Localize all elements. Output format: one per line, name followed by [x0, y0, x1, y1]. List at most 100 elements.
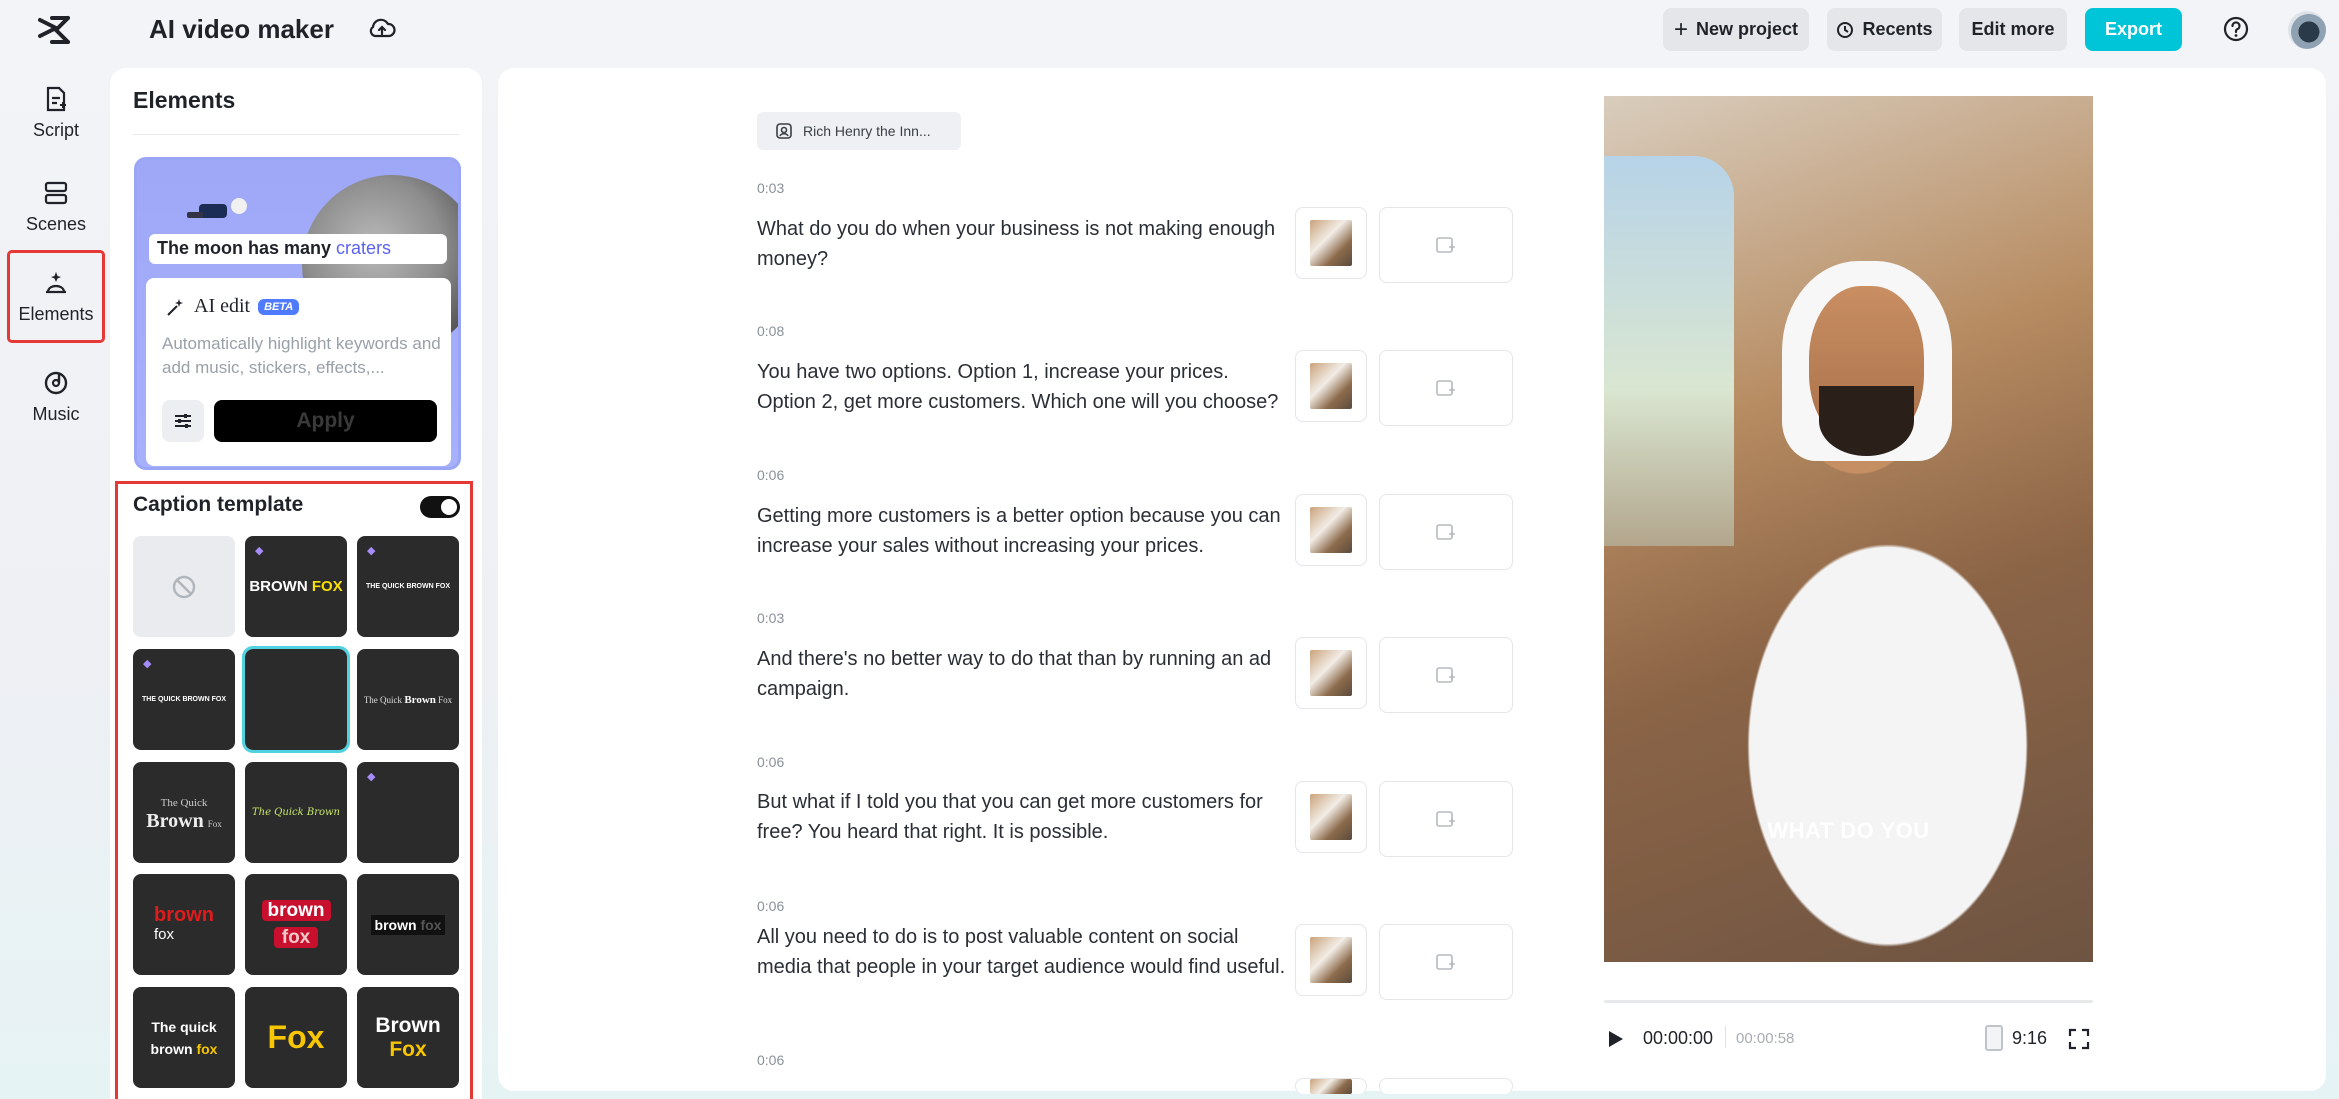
ai-edit-inner: AI edit BETA Automatically highlight key… — [146, 278, 451, 466]
time-divider — [1725, 1026, 1726, 1048]
script-line-text[interactable]: And there's no better way to do that tha… — [757, 644, 1287, 704]
line-duration: 0:06 — [757, 754, 785, 770]
current-time: 00:00:00 — [1643, 1028, 1714, 1048]
caption-template[interactable]: The Quick Brown — [245, 762, 347, 863]
premium-gem-icon: ◆ — [367, 545, 376, 557]
music-disc-icon — [44, 371, 68, 394]
line-duration: 0:03 — [757, 610, 785, 626]
caption-template[interactable]: ◆ — [357, 762, 459, 863]
ai-sample-caption: The moon has many craters — [149, 234, 447, 264]
scene-thumbnail[interactable] — [1295, 637, 1367, 709]
fullscreen-icon[interactable] — [2067, 1027, 2091, 1051]
add-media-button[interactable] — [1379, 781, 1513, 857]
rail-item-music[interactable]: Music — [10, 354, 102, 438]
template-preview: The Quick Brown Fox — [363, 693, 453, 706]
caption-template[interactable]: The Quick Brown Fox — [133, 762, 235, 863]
add-media-button[interactable] — [1379, 350, 1513, 426]
ai-edit-label: AI edit — [194, 295, 251, 317]
script-line-text[interactable]: All you need to do is to post valuable c… — [757, 922, 1287, 982]
preview-caption-text: WHAT DO YOU — [1767, 818, 1930, 843]
voice-avatar-icon — [776, 123, 792, 139]
playback-progress-bar[interactable] — [1604, 1000, 2093, 1003]
apply-button[interactable]: Apply — [214, 400, 437, 442]
add-media-icon — [1436, 237, 1455, 253]
caption-template[interactable]: ◆ THE QUICK BROWN FOX — [357, 536, 459, 637]
help-icon[interactable] — [2221, 14, 2251, 44]
caption-template-none[interactable] — [133, 536, 235, 637]
scene-thumbnail[interactable] — [1295, 494, 1367, 566]
plus-icon: + — [1673, 15, 1688, 43]
scene-thumbnail[interactable] — [1295, 207, 1367, 279]
script-line-text[interactable]: Getting more customers is a better optio… — [757, 501, 1287, 561]
caption-template-selected[interactable] — [242, 646, 350, 753]
premium-gem-icon: ◆ — [255, 545, 264, 557]
add-media-button[interactable] — [1379, 924, 1513, 1000]
script-icon — [46, 86, 66, 111]
add-media-icon — [1436, 524, 1455, 540]
scene-thumbnail[interactable] — [1295, 924, 1367, 996]
scene-thumbnail[interactable] — [1295, 781, 1367, 853]
line-duration: 0:06 — [757, 898, 785, 914]
cloud-upload-icon[interactable] — [367, 14, 397, 44]
template-preview: THE QUICK BROWN FOX — [142, 696, 226, 703]
rail-label-music: Music — [32, 403, 80, 424]
rail-item-scenes[interactable]: Scenes — [10, 164, 102, 248]
aspect-ratio-icon[interactable] — [1985, 1025, 2003, 1051]
play-icon[interactable] — [1604, 1028, 1626, 1050]
edit-more-label: Edit more — [1971, 19, 2055, 39]
caption-template[interactable]: ◆ BROWN FOX — [245, 536, 347, 637]
add-media-button[interactable] — [1379, 494, 1513, 570]
add-media-button[interactable] — [1379, 637, 1513, 713]
no-symbol-icon — [172, 575, 196, 598]
recents-label: Recents — [1862, 19, 1933, 39]
line-duration: 0:08 — [757, 323, 785, 339]
panel-title: Elements — [133, 87, 236, 113]
caption-template[interactable]: The quick brown fox — [133, 987, 235, 1088]
add-media-button[interactable] — [1379, 1078, 1513, 1094]
caption-template[interactable]: brown fox — [133, 874, 235, 975]
template-preview: Brown Fox — [375, 1013, 441, 1061]
template-preview: Fox — [267, 1019, 325, 1055]
rail-label-scenes: Scenes — [25, 213, 87, 234]
line-duration: 0:06 — [757, 467, 785, 483]
capcut-logo-icon[interactable] — [36, 14, 72, 46]
template-preview: The Quick Brown — [251, 807, 341, 818]
caption-toggle[interactable] — [420, 496, 460, 518]
line-duration: 0:03 — [757, 180, 785, 196]
aspect-ratio-label[interactable]: 9:16 — [2012, 1028, 2047, 1049]
video-preview[interactable]: WHAT DO YOU — [1604, 96, 2093, 962]
line-duration: 0:06 — [757, 1052, 785, 1068]
add-media-icon — [1436, 811, 1455, 827]
recents-button[interactable]: Recents — [1827, 8, 1942, 51]
rail-item-script[interactable]: Script — [10, 70, 102, 154]
ai-settings-button[interactable] — [162, 400, 204, 442]
voice-name: Rich Henry the Inn... — [803, 123, 931, 139]
scene-thumbnail[interactable] — [1295, 350, 1367, 422]
caption-template[interactable]: The Quick Brown Fox — [357, 649, 459, 750]
new-project-button[interactable]: + New project — [1663, 8, 1809, 51]
voice-selector-chip[interactable]: Rich Henry the Inn... — [757, 112, 961, 150]
sliders-icon — [175, 414, 191, 428]
caption-template[interactable]: ◆ THE QUICK BROWN FOX — [133, 649, 235, 750]
export-button[interactable]: Export — [2085, 8, 2182, 51]
template-preview: The quick brown fox — [150, 1018, 218, 1057]
caption-template[interactable]: Brown Fox — [357, 987, 459, 1088]
rail-item-elements[interactable]: Elements — [7, 250, 105, 343]
elements-icon — [46, 272, 66, 294]
caption-template[interactable]: brown fox — [245, 874, 347, 975]
top-bar: AI video maker + New project Recents Edi… — [0, 0, 2339, 60]
script-line-text[interactable]: You have two options. Option 1, increase… — [757, 357, 1287, 417]
user-avatar[interactable] — [2288, 11, 2326, 49]
add-media-icon — [1436, 954, 1455, 970]
beard-illustration — [1819, 386, 1914, 456]
caption-template[interactable]: Fox — [245, 987, 347, 1088]
car-window-illustration — [1604, 156, 1734, 546]
scene-thumbnail[interactable] — [1295, 1078, 1367, 1094]
rail-label-script: Script — [32, 119, 79, 140]
script-line-text[interactable]: What do you do when your business is not… — [757, 214, 1287, 274]
add-media-button[interactable] — [1379, 207, 1513, 283]
script-line-text[interactable]: But what if I told you that you can get … — [757, 787, 1287, 847]
caption-template[interactable]: brown fox — [357, 874, 459, 975]
edit-more-button[interactable]: Edit more — [1959, 8, 2067, 51]
add-media-icon — [1436, 380, 1455, 396]
